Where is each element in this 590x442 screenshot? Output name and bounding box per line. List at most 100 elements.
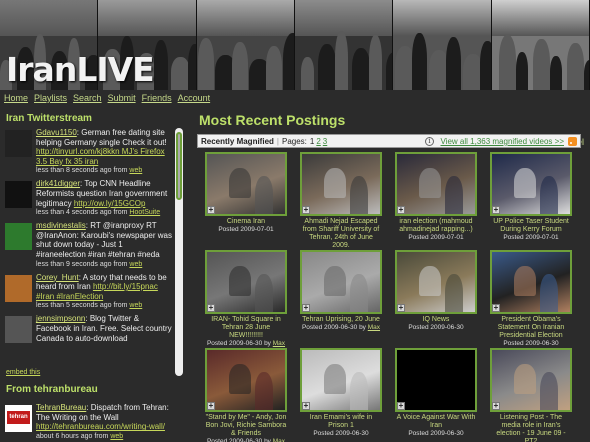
site-logo[interactable]: IranLIVE [6, 50, 155, 89]
tweet-source-link[interactable]: web [129, 302, 142, 309]
nav-links: Home Playlists Search Submit Friends Account [4, 93, 210, 103]
tweet-source-link[interactable]: web [110, 433, 123, 440]
tweet-item: Gdavu1150: German free dating site helpi… [5, 128, 173, 175]
tweet-scrollbar[interactable] [175, 128, 183, 376]
tweet-user-link[interactable]: Gdavu1150 [36, 128, 77, 137]
tweet-user-link[interactable]: TehranBureau [36, 403, 86, 412]
add-to-playlist-icon[interactable]: + [302, 206, 310, 214]
video-thumbnail[interactable]: + [490, 250, 572, 314]
tweet-item: dirk41digger: Top CNN Headline Reformist… [5, 179, 173, 217]
page-link-2[interactable]: 2 [316, 137, 320, 146]
video-item: + "Stand by Me" - Andy, Jon Bon Jovi, Ri… [205, 348, 287, 442]
rss-icon[interactable] [568, 137, 577, 146]
video-thumbnail[interactable]: + [490, 152, 572, 216]
protest-photo [491, 0, 590, 90]
nav-link-submit[interactable]: Submit [108, 93, 136, 103]
page-link-3[interactable]: 3 [323, 137, 327, 146]
view-all-link[interactable]: View all 1,363 magnified videos >> [441, 137, 565, 146]
tweet-user-link[interactable]: jennsimpsonn [36, 314, 85, 323]
nav-link-search[interactable]: Search [73, 93, 102, 103]
video-title-link[interactable]: IQ News [395, 316, 477, 324]
postings-toolbar: Recently Magnified | Pages: 123 i View a… [197, 134, 581, 148]
tehranbureau-avatar[interactable]: tehran [5, 405, 32, 432]
add-to-playlist-icon[interactable]: + [207, 206, 215, 214]
embed-this-link[interactable]: embed this [6, 369, 40, 376]
posted-date: Posted 2009-07-01 [503, 234, 559, 241]
tweet-avatar[interactable] [5, 130, 32, 157]
posted-by-link[interactable]: Max [273, 438, 285, 442]
video-item: + A Voice Against War With Iran Posted 2… [395, 348, 477, 442]
video-item: + IRAN- Tohid Square in Tehran 28 June N… [205, 250, 287, 348]
tweet-item: msdivinestalis: RT @iranproxy RT @IranAn… [5, 221, 173, 268]
nav-link-home[interactable]: Home [4, 93, 28, 103]
posted-date: Posted 2009-06-30 [503, 340, 559, 347]
page-link-1[interactable]: 1 [310, 137, 314, 146]
tweet-user-link[interactable]: msdivinestalis [36, 221, 86, 230]
video-thumbnail[interactable]: + [490, 348, 572, 412]
video-thumbnail[interactable]: + [300, 250, 382, 314]
video-title-link[interactable]: iran election (mahmoud ahmadinejad rappi… [395, 218, 477, 234]
tweet-item: jennsimpsonn: Blog Twitter & Facebook in… [5, 314, 173, 344]
video-thumbnail[interactable]: + [395, 250, 477, 314]
add-to-playlist-icon[interactable]: + [492, 402, 500, 410]
twitterstream-heading: Iran Twitterstream [6, 113, 92, 124]
sidebar: Iran Twitterstream Gdavu1150: German fre… [0, 108, 185, 442]
video-thumbnail[interactable]: + [395, 152, 477, 216]
tweet-source-link[interactable]: web [129, 167, 142, 174]
tweet-link[interactable]: http://tinyurl.com/kj8kkn MJ's Firefox 3… [36, 147, 165, 166]
nav-link-playlists[interactable]: Playlists [34, 93, 67, 103]
tweet-list: Gdavu1150: German free dating site helpi… [5, 128, 173, 390]
video-title-link[interactable]: A Voice Against War With Iran [395, 414, 477, 430]
video-title-link[interactable]: "Stand by Me" - Andy, Jon Bon Jovi, Rich… [205, 414, 287, 438]
add-to-playlist-icon[interactable]: + [492, 304, 500, 312]
posted-by-link[interactable]: Max [368, 324, 380, 331]
tweet-avatar[interactable] [5, 316, 32, 344]
video-thumbnail[interactable]: + [205, 250, 287, 314]
protest-photo [196, 0, 295, 90]
posted-date: Posted 2009-06-30 by [301, 324, 366, 331]
video-thumbnail[interactable]: + [300, 348, 382, 412]
tweet-source-link[interactable]: HootSuite [129, 209, 160, 216]
nav-link-account[interactable]: Account [178, 93, 211, 103]
tweet-time: less than 5 seconds ago from [36, 302, 128, 310]
video-title-link[interactable]: Tehran Uprising, 20 June [300, 316, 382, 324]
video-title-link[interactable]: Cinema Iran [205, 218, 287, 226]
tweet-avatar[interactable] [5, 181, 32, 209]
scrollbar-thumb[interactable] [176, 132, 182, 200]
posted-date: Posted 2009-06-30 by [206, 438, 271, 442]
add-to-playlist-icon[interactable]: + [302, 402, 310, 410]
info-icon[interactable]: i [425, 137, 434, 146]
video-title-link[interactable]: UP Police Taser Student During Kerry For… [490, 218, 572, 234]
add-to-playlist-icon[interactable]: + [397, 206, 405, 214]
tweet-avatar[interactable] [5, 223, 32, 251]
posted-by-link[interactable]: Max [273, 340, 285, 347]
tweet-link[interactable]: http://ow.ly/15GCOp [74, 199, 146, 208]
add-to-playlist-icon[interactable]: + [492, 206, 500, 214]
video-title-link[interactable]: IRAN- Tohid Square in Tehran 28 June NEW… [205, 316, 287, 340]
add-to-playlist-icon[interactable]: + [302, 304, 310, 312]
tweet-user-link[interactable]: Corey_Hunt [36, 273, 79, 282]
video-title-link[interactable]: Iran Emami's wife in Prison 1 [300, 414, 382, 430]
video-title-link[interactable]: Ahmadi Nejad Escaped from Shariff Univer… [300, 218, 382, 250]
video-title-link[interactable]: President Obama's Statement On Iranian P… [490, 316, 572, 340]
add-to-playlist-icon[interactable]: + [207, 304, 215, 312]
posted-date: Posted 2009-06-30 [313, 430, 369, 437]
video-thumbnail[interactable]: + [300, 152, 382, 216]
add-to-playlist-icon[interactable]: + [397, 402, 405, 410]
video-thumbnail[interactable]: + [205, 152, 287, 216]
video-title-link[interactable]: Listening Post - The media role in Iran'… [490, 414, 572, 442]
tweet-link[interactable]: http://tehranbureau.com/writing-wall/ [36, 422, 165, 431]
add-to-playlist-icon[interactable]: + [207, 402, 215, 410]
add-to-playlist-icon[interactable]: + [397, 304, 405, 312]
pager: 123 [310, 137, 327, 146]
tehranbureau-tweet: tehran TehranBureau: Dispatch from Tehra… [5, 403, 173, 442]
video-thumbnail[interactable]: + [205, 348, 287, 412]
video-item: + Iran Emami's wife in Prison 1 Posted 2… [300, 348, 382, 442]
tweet-source-link[interactable]: web [129, 261, 142, 268]
video-thumbnail[interactable]: + [395, 348, 477, 412]
header-banner: IranLIVE [0, 0, 590, 90]
tweet-user-link[interactable]: dirk41digger [36, 179, 80, 188]
posted-date: Posted 2009-07-01 [408, 234, 464, 241]
tweet-avatar[interactable] [5, 274, 32, 302]
nav-link-friends[interactable]: Friends [142, 93, 172, 103]
